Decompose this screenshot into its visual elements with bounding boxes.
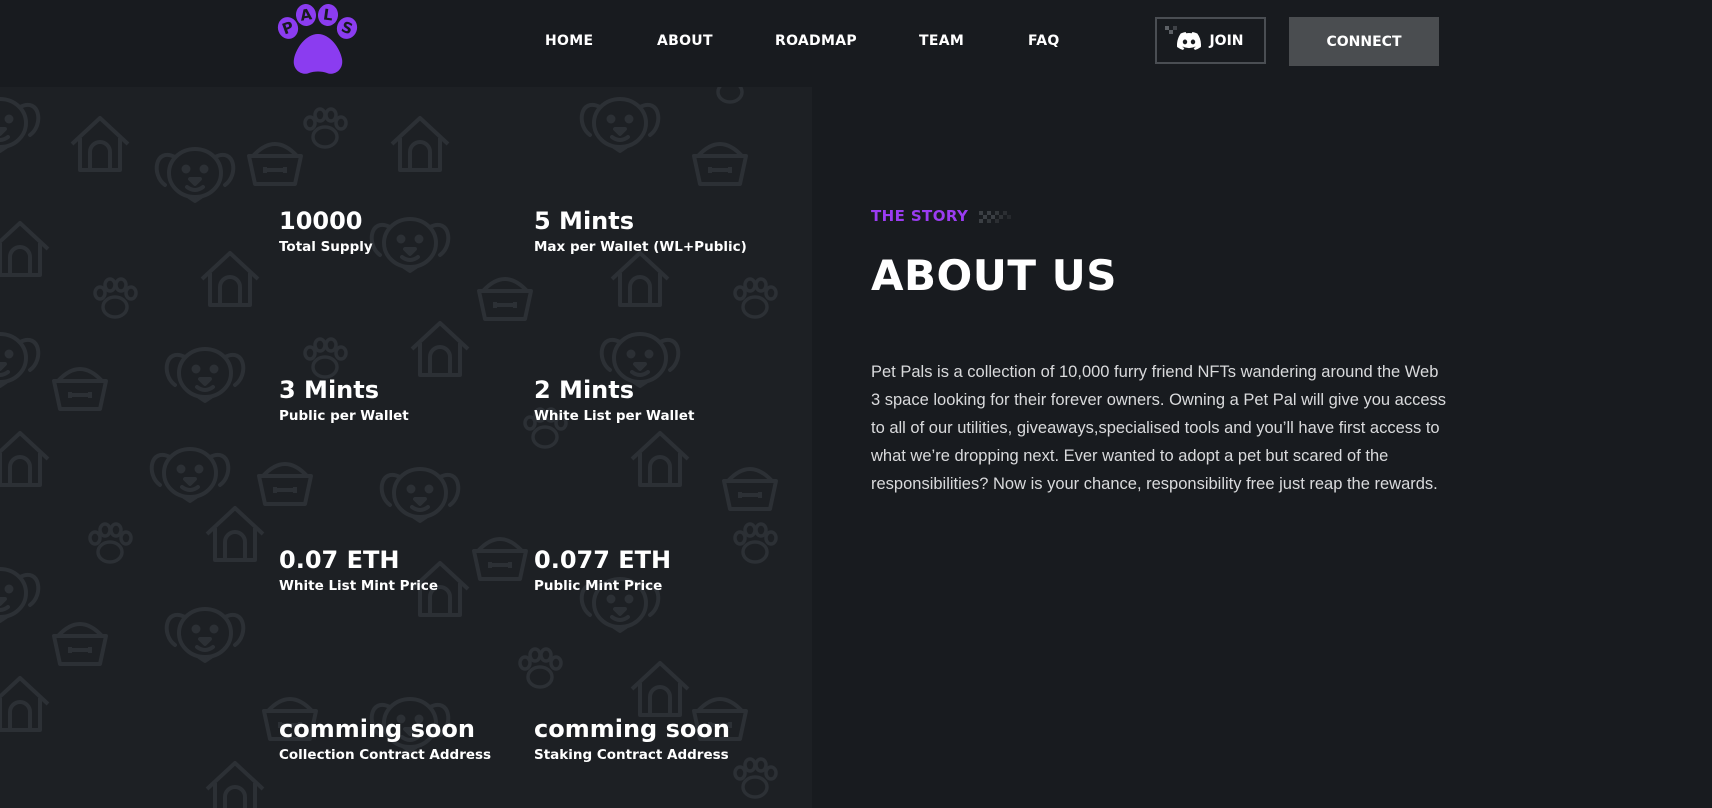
stat-label: Collection Contract Address — [279, 747, 492, 763]
discord-icon — [1177, 31, 1202, 50]
join-label: JOIN — [1209, 32, 1244, 49]
join-discord-button[interactable]: JOIN — [1155, 17, 1266, 64]
connect-wallet-button[interactable]: CONNECT — [1289, 17, 1439, 66]
stat-label: Total Supply — [279, 239, 373, 255]
stat-public-mint-price: 0.077 ETH Public Mint Price — [534, 545, 671, 595]
connect-label: CONNECT — [1326, 33, 1402, 50]
stat-label: Max per Wallet (WL+Public) — [534, 239, 747, 255]
page-title: ABOUT US — [871, 251, 1117, 300]
nav-faq[interactable]: FAQ — [1028, 33, 1060, 49]
stat-whitelist-mint-price: 0.07 ETH White List Mint Price — [279, 545, 438, 595]
stat-value: 5 Mints — [534, 207, 635, 235]
stat-value: 10000 — [279, 207, 363, 235]
stat-public-per-wallet: 3 Mints Public per Wallet — [279, 375, 409, 425]
pet-pattern-background — [0, 87, 778, 808]
stat-value: 3 Mints — [279, 376, 380, 404]
stat-label: Public per Wallet — [279, 408, 409, 424]
stat-total-supply: 10000 Total Supply — [279, 206, 373, 256]
stat-value: 0.077 ETH — [534, 546, 672, 574]
stat-label: White List Mint Price — [279, 578, 439, 594]
stat-whitelist-per-wallet: 2 Mints White List per Wallet — [534, 375, 694, 425]
stat-value: comming soon — [534, 715, 730, 743]
section-eyebrow: THE STORY — [871, 207, 969, 225]
stat-label: Staking Contract Address — [534, 747, 729, 763]
site-header: P A L S HOME ABOUT ROADMAP TEAM FAQ JOIN… — [0, 0, 1712, 87]
stat-max-per-wallet: 5 Mints Max per Wallet (WL+Public) — [534, 206, 747, 256]
nav-team[interactable]: TEAM — [919, 33, 964, 49]
stat-collection-contract: comming soon Collection Contract Address — [279, 714, 491, 764]
nav-roadmap[interactable]: ROADMAP — [775, 33, 857, 49]
pattern-tiles — [0, 87, 778, 808]
stat-label: White List per Wallet — [534, 408, 695, 424]
about-section: THE STORY ABOUT US Pet Pals is a collect… — [812, 87, 1712, 808]
stat-staking-contract: comming soon Staking Contract Address — [534, 714, 730, 764]
about-description: Pet Pals is a collection of 10,000 furry… — [871, 363, 1447, 493]
main-nav: HOME ABOUT ROADMAP TEAM FAQ — [0, 0, 1712, 87]
nav-home[interactable]: HOME — [545, 33, 593, 49]
nav-about[interactable]: ABOUT — [657, 33, 713, 49]
stat-value: 0.07 ETH — [279, 546, 400, 574]
stat-value: comming soon — [279, 715, 475, 743]
stat-value: 2 Mints — [534, 376, 635, 404]
pixel-corner-icon — [1165, 26, 1177, 34]
stats-panel: 10000 Total Supply 5 Mints Max per Walle… — [0, 87, 812, 808]
checker-decoration-icon — [979, 211, 1011, 223]
stat-label: Public Mint Price — [534, 578, 663, 594]
